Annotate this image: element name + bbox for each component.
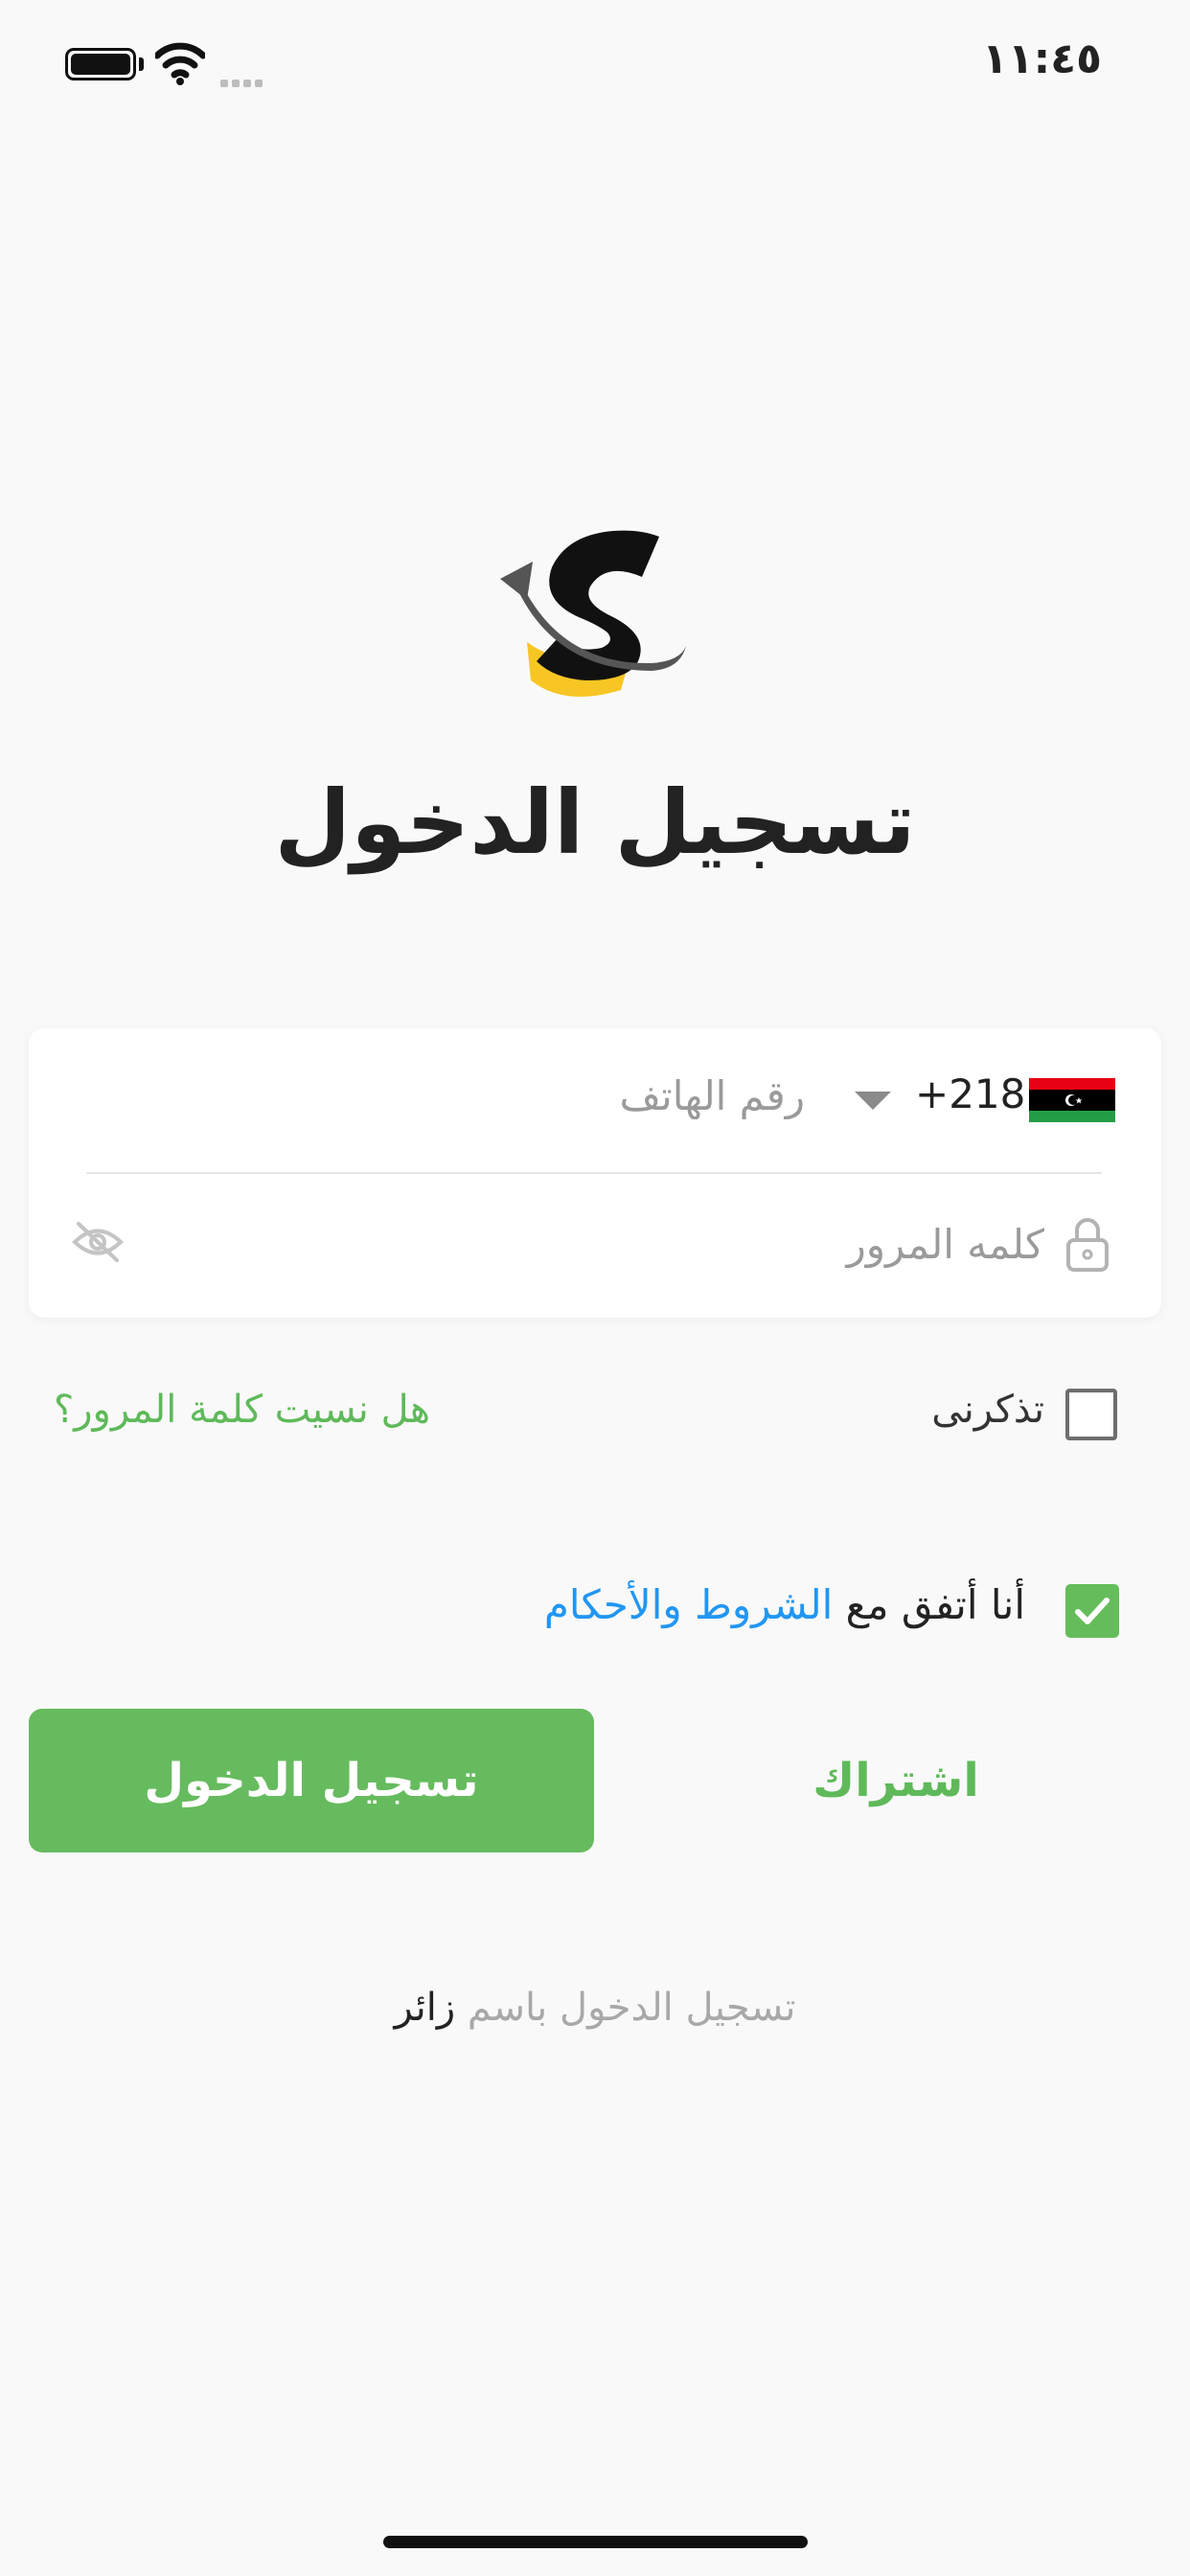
- login-form-card: +218: [29, 1028, 1161, 1318]
- guest-highlight: زائر: [394, 1986, 456, 2030]
- status-bar: ١١:٤٥: [0, 0, 1190, 125]
- page-title: تسجيل الدخول: [274, 771, 916, 874]
- app-logo: [500, 530, 686, 698]
- signup-button[interactable]: اشتراك: [632, 1709, 1159, 1852]
- country-dial-code[interactable]: +218: [915, 1070, 1025, 1117]
- checkmark-icon: [1075, 1598, 1110, 1624]
- phone-input[interactable]: [105, 1057, 805, 1134]
- guest-login-link[interactable]: تسجيل الدخول باسم زائر: [0, 1986, 1190, 2030]
- terms-checkbox[interactable]: [1065, 1584, 1119, 1638]
- remember-me-label: تذكرنى: [931, 1388, 1044, 1432]
- remember-me-checkbox[interactable]: [1065, 1389, 1117, 1440]
- guest-prefix: تسجيل الدخول باسم: [467, 1986, 796, 2030]
- lock-icon: [1066, 1218, 1109, 1272]
- terms-link[interactable]: الشروط والأحكام: [544, 1581, 833, 1628]
- password-input[interactable]: [163, 1206, 1044, 1282]
- battery-tip: [139, 58, 144, 71]
- eye-off-icon[interactable]: [71, 1220, 125, 1264]
- chevron-down-icon[interactable]: [855, 1092, 891, 1110]
- home-indicator[interactable]: [383, 2536, 808, 2548]
- libya-flag-icon[interactable]: [1029, 1078, 1115, 1122]
- terms-agreement: أنا أتفق مع الشروط والأحكام: [383, 1581, 1025, 1628]
- terms-prefix: أنا أتفق مع: [845, 1581, 1025, 1628]
- field-divider: [86, 1172, 1102, 1174]
- forgot-password-link[interactable]: هل نسيت كلمة المرور؟: [54, 1388, 494, 1432]
- wifi-icon: [155, 42, 205, 85]
- status-time: ١١:٤٥: [981, 34, 1102, 83]
- login-button[interactable]: تسجيل الدخول: [29, 1709, 594, 1852]
- signal-icon: [220, 73, 266, 91]
- battery-icon: [65, 48, 136, 80]
